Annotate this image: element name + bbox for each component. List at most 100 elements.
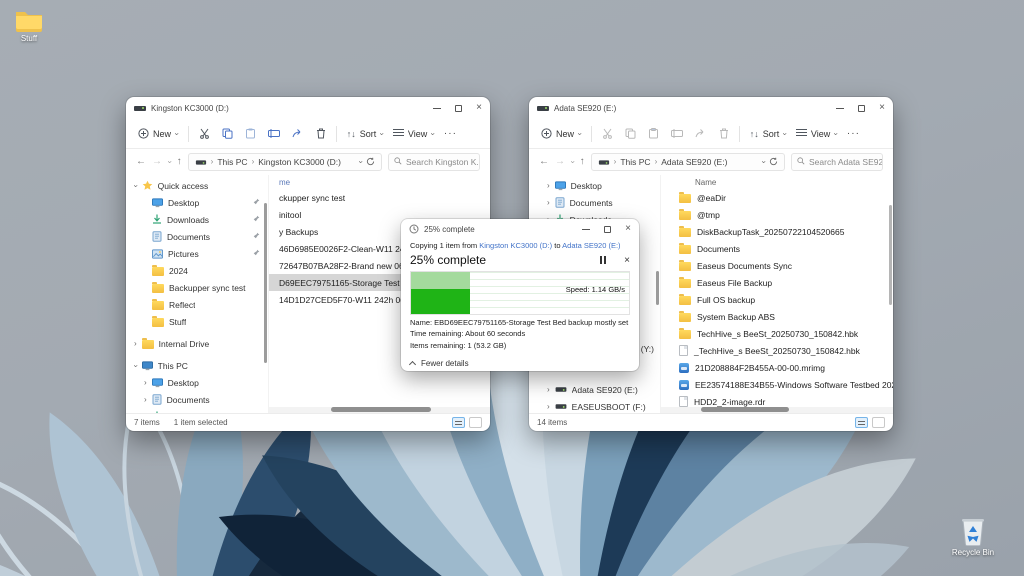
file-row[interactable]: Easeus Documents Sync (661, 257, 893, 274)
file-row[interactable]: @tmp (661, 206, 893, 223)
back-icon[interactable]: ← (539, 157, 549, 167)
minimize-button[interactable] (582, 229, 590, 230)
horizontal-scrollbar-thumb[interactable] (701, 407, 789, 412)
sidebar-item-downloads[interactable]: Downloads (126, 211, 268, 228)
sidebar-item-folder[interactable]: Reflect (126, 296, 268, 313)
sidebar-item-documents[interactable]: › Documents (126, 391, 268, 408)
destination-drive-link[interactable]: Adata SE920 (E:) (562, 241, 620, 250)
chevron-collapsed-icon[interactable]: › (547, 403, 550, 411)
file-row[interactable]: TechHive_s BeeSt_20250730_150842.hbk (661, 325, 893, 342)
chevron-collapsed-icon[interactable]: › (144, 396, 147, 404)
sidebar-item-easeusboot-drive[interactable]: › EASEUSBOOT (F:) (529, 398, 660, 413)
delete-icon[interactable] (316, 128, 326, 139)
new-button[interactable]: New › (541, 128, 581, 139)
close-button[interactable]: × (625, 225, 631, 233)
copy-progress-dialog[interactable]: 25% complete × Copying 1 item from Kings… (401, 219, 639, 371)
recent-locations-icon[interactable]: › (568, 161, 576, 164)
back-icon[interactable]: ← (136, 157, 146, 167)
view-button[interactable]: View › (393, 128, 434, 139)
more-options-button[interactable]: ··· (444, 128, 457, 139)
forward-icon[interactable]: → (152, 157, 162, 167)
chevron-collapsed-icon[interactable]: › (547, 386, 550, 394)
desktop-icon-stuff[interactable]: Stuff (0, 8, 64, 43)
search-input[interactable]: Search Kingston K... (388, 153, 480, 171)
close-button[interactable]: × (476, 104, 482, 112)
breadcrumb-drive[interactable]: Adata SE920 (E:) (661, 157, 727, 167)
pause-button[interactable] (600, 256, 606, 264)
more-options-button[interactable]: ··· (847, 128, 860, 139)
column-header-name[interactable]: Name (661, 175, 893, 189)
sidebar-item-desktop[interactable]: › Desktop (126, 374, 268, 391)
large-icons-view-toggle[interactable] (872, 417, 885, 428)
source-drive-link[interactable]: Kingston KC3000 (D:) (479, 241, 552, 250)
sidebar-item-desktop[interactable]: Desktop (126, 194, 268, 211)
sidebar-scrollbar[interactable] (264, 203, 267, 363)
minimize-button[interactable] (836, 108, 844, 109)
forward-icon[interactable]: → (555, 157, 565, 167)
new-button[interactable]: New › (138, 128, 178, 139)
up-icon[interactable]: ↑ (580, 157, 585, 167)
file-row[interactable]: System Backup ABS (661, 308, 893, 325)
vertical-scrollbar[interactable] (889, 205, 892, 305)
titlebar[interactable]: Kingston KC3000 (D:) × (126, 97, 490, 119)
sort-button[interactable]: ↑↓ Sort › (750, 129, 786, 139)
sidebar-item-folder[interactable]: Stuff (126, 313, 268, 330)
file-row[interactable]: _TechHive_s BeeSt_20250730_150842.hbk (661, 342, 893, 359)
paste-icon[interactable] (648, 128, 659, 139)
sidebar-item-desktop[interactable]: › Desktop (529, 177, 660, 194)
minimize-button[interactable] (433, 108, 441, 109)
file-row[interactable]: @eaDir (661, 189, 893, 206)
copy-icon[interactable] (222, 128, 233, 139)
chevron-expanded-icon[interactable]: › (131, 364, 139, 367)
chevron-collapsed-icon[interactable]: › (547, 182, 550, 190)
column-header-name-clipped[interactable]: me (269, 175, 490, 189)
chevron-collapsed-icon[interactable]: › (134, 340, 137, 348)
breadcrumb-drive[interactable]: Kingston KC3000 (D:) (258, 157, 341, 167)
chevron-expanded-icon[interactable]: › (131, 184, 139, 187)
cancel-button[interactable]: × (624, 255, 630, 266)
desktop-icon-recycle-bin[interactable]: Recycle Bin (938, 516, 1008, 557)
sidebar-item-internal-drive[interactable]: › Internal Drive (126, 335, 268, 352)
share-icon[interactable] (292, 128, 304, 139)
details-view-toggle[interactable] (855, 417, 868, 428)
maximize-button[interactable] (858, 105, 865, 112)
large-icons-view-toggle[interactable] (469, 417, 482, 428)
refresh-icon[interactable] (366, 157, 375, 168)
horizontal-scrollbar[interactable] (661, 407, 893, 413)
sort-button[interactable]: ↑↓ Sort › (347, 129, 383, 139)
sidebar-item-folder[interactable]: 2024 (126, 262, 268, 279)
paste-icon[interactable] (245, 128, 256, 139)
address-dropdown-icon[interactable]: › (760, 161, 768, 164)
search-input[interactable]: Search Adata SE92... (791, 153, 883, 171)
sidebar-item-downloads[interactable]: › Downloads (126, 408, 268, 413)
file-row[interactable]: ckupper sync test (269, 189, 490, 206)
sidebar-item-folder[interactable]: Backupper sync test (126, 279, 268, 296)
breadcrumb-this-pc[interactable]: This PC (620, 157, 650, 167)
chevron-collapsed-icon[interactable]: › (144, 379, 147, 387)
breadcrumb-this-pc[interactable]: This PC (217, 157, 247, 167)
horizontal-scrollbar[interactable] (269, 407, 490, 413)
sidebar-item-pictures[interactable]: Pictures (126, 245, 268, 262)
up-icon[interactable]: ↑ (177, 157, 182, 167)
sidebar-item-documents[interactable]: › Documents (529, 194, 660, 211)
file-row[interactable]: EE23574188E34B55-Windows Software Testbe… (661, 376, 893, 393)
breadcrumb[interactable]: › This PC › Adata SE920 (E:) › (591, 153, 785, 171)
sidebar-item-this-pc[interactable]: › This PC (126, 357, 268, 374)
close-button[interactable]: × (879, 104, 885, 112)
sidebar-item-adata-drive[interactable]: › Adata SE920 (E:) (529, 381, 660, 398)
file-row[interactable]: Easeus File Backup (661, 274, 893, 291)
recent-locations-icon[interactable]: › (165, 161, 173, 164)
horizontal-scrollbar-thumb[interactable] (331, 407, 431, 412)
breadcrumb[interactable]: › This PC › Kingston KC3000 (D:) › (188, 153, 382, 171)
chevron-collapsed-icon[interactable]: › (144, 413, 147, 414)
file-row[interactable]: Full OS backup (661, 291, 893, 308)
file-row[interactable]: Documents (661, 240, 893, 257)
details-view-toggle[interactable] (452, 417, 465, 428)
sidebar-item-quick-access[interactable]: › Quick access (126, 177, 268, 194)
refresh-icon[interactable] (769, 157, 778, 168)
maximize-button[interactable] (455, 105, 462, 112)
sidebar-item-documents[interactable]: Documents (126, 228, 268, 245)
cut-icon[interactable] (199, 128, 210, 139)
file-row[interactable]: 21D208884F2B455A-00-00.mrimg (661, 359, 893, 376)
maximize-button[interactable] (604, 226, 611, 233)
